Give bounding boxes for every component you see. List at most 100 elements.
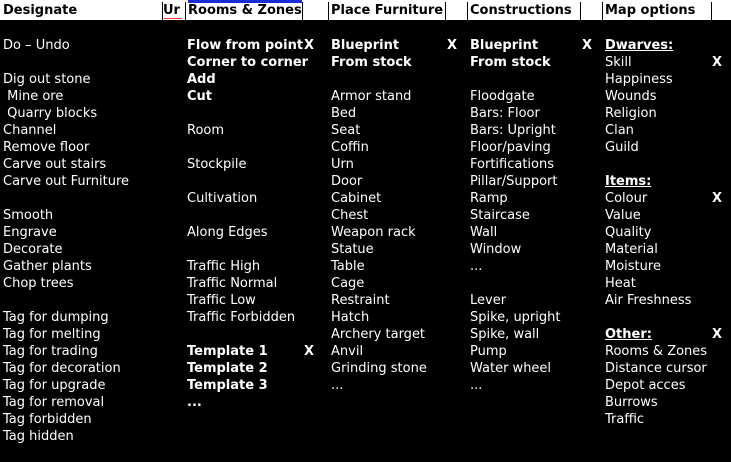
rooms-menu-item[interactable]: Room (187, 122, 224, 139)
designate-menu-item[interactable]: Tag for removal (3, 394, 104, 411)
designate-menu-item[interactable]: Remove floor (3, 139, 89, 156)
rooms-menu-item[interactable]: Flow from point (187, 37, 303, 54)
constructions-menu-item[interactable]: From stock (470, 54, 551, 71)
map-menu-item[interactable]: Happiness (605, 71, 673, 88)
constructions-menu-item[interactable]: Fortifications (470, 156, 554, 173)
rooms-menu-item[interactable]: ... (187, 394, 202, 411)
furniture-menu-item[interactable]: Door (331, 173, 362, 190)
map-menu-item[interactable]: Air Freshness (605, 292, 691, 309)
rooms-menu-item[interactable]: Template 3 (187, 377, 268, 394)
furniture-menu-item[interactable]: Chest (331, 207, 368, 224)
constructions-menu-item[interactable]: ... (470, 377, 482, 394)
rooms-menu-item[interactable]: Traffic Low (187, 292, 256, 309)
designate-menu-item[interactable]: Tag forbidden (3, 411, 92, 428)
header-rooms-zones[interactable]: Rooms & Zones (185, 2, 302, 20)
furniture-menu-item[interactable]: Cage (331, 275, 364, 292)
furniture-menu-item[interactable]: Urn (331, 156, 354, 173)
constructions-menu-item[interactable]: Staircase (470, 207, 530, 224)
map-menu-item[interactable]: Heat (605, 275, 636, 292)
constructions-menu-item[interactable]: Spike, wall (470, 326, 539, 343)
rooms-menu-item[interactable]: Stockpile (187, 156, 246, 173)
map-menu-item[interactable]: Depot acces (605, 377, 685, 394)
constructions-toggle-mark[interactable]: X (582, 37, 592, 54)
furniture-menu-item[interactable]: Archery target (331, 326, 425, 343)
designate-menu-item[interactable]: Tag hidden (3, 428, 74, 445)
map-menu-item[interactable]: Quality (605, 224, 651, 241)
designate-menu-item[interactable]: Mine ore (3, 88, 63, 105)
designate-menu-item[interactable]: Dig out stone (3, 71, 91, 88)
constructions-menu-item[interactable]: Ramp (470, 190, 508, 207)
header-map-options[interactable]: Map options (602, 2, 711, 20)
rooms-menu-item[interactable]: Traffic Normal (187, 275, 277, 292)
furniture-menu-item[interactable]: Coffin (331, 139, 369, 156)
designate-menu-item[interactable]: Do – Undo (3, 37, 70, 54)
map-toggle-mark[interactable]: X (712, 54, 722, 71)
map-menu-item[interactable]: Clan (605, 122, 634, 139)
constructions-menu-item[interactable]: Blueprint (470, 37, 538, 54)
map-menu-item[interactable]: Wounds (605, 88, 657, 105)
rooms-menu-item[interactable]: Template 1 (187, 343, 268, 360)
furniture-menu-item[interactable]: Blueprint (331, 37, 399, 54)
furniture-menu-item[interactable]: From stock (331, 54, 412, 71)
designate-menu-item[interactable]: Gather plants (3, 258, 92, 275)
designate-menu-item[interactable]: Tag for decoration (3, 360, 121, 377)
map-menu-item[interactable]: Colour (605, 190, 647, 207)
constructions-menu-item[interactable]: Floodgate (470, 88, 535, 105)
constructions-menu-item[interactable]: Pump (470, 343, 507, 360)
designate-menu-item[interactable]: Carve out Furniture (3, 173, 129, 190)
header-designate[interactable]: Designate (0, 2, 162, 20)
furniture-toggle-mark[interactable]: X (447, 37, 457, 54)
rooms-menu-item[interactable]: Corner to corner (187, 54, 308, 71)
rooms-menu-item[interactable]: Add (187, 71, 216, 88)
map-menu-item[interactable]: Rooms & Zones (605, 343, 707, 360)
designate-menu-item[interactable]: Tag for melting (3, 326, 101, 343)
furniture-menu-item[interactable]: ... (331, 377, 343, 394)
designate-menu-item[interactable]: Tag for upgrade (3, 377, 105, 394)
designate-menu-item[interactable]: Decorate (3, 241, 63, 258)
constructions-menu-item[interactable]: Water wheel (470, 360, 551, 377)
constructions-menu-item[interactable]: ... (470, 258, 482, 275)
constructions-menu-item[interactable]: Spike, upright (470, 309, 560, 326)
map-menu-item[interactable]: Guild (605, 139, 639, 156)
constructions-menu-item[interactable]: Pillar/Support (470, 173, 557, 190)
furniture-menu-item[interactable]: Grinding stone (331, 360, 427, 377)
map-menu-item[interactable]: Value (605, 207, 641, 224)
map-menu-item[interactable]: Traffic (605, 411, 644, 428)
map-menu-item[interactable]: Distance cursor (605, 360, 707, 377)
constructions-menu-item[interactable]: Bars: Floor (470, 105, 540, 122)
map-menu-item[interactable]: Religion (605, 105, 657, 122)
designate-menu-item[interactable]: Tag for dumping (3, 309, 109, 326)
constructions-menu-item[interactable]: Lever (470, 292, 506, 309)
furniture-menu-item[interactable]: Hatch (331, 309, 369, 326)
furniture-menu-item[interactable]: Table (331, 258, 365, 275)
designate-menu-item[interactable]: Carve out stairs (3, 156, 106, 173)
designate-menu-item[interactable]: Quarry blocks (3, 105, 97, 122)
furniture-menu-item[interactable]: Armor stand (331, 88, 411, 105)
furniture-menu-item[interactable]: Cabinet (331, 190, 381, 207)
map-menu-item[interactable]: Skill (605, 54, 632, 71)
map-toggle-mark[interactable]: X (712, 326, 722, 343)
designate-menu-item[interactable]: Engrave (3, 224, 57, 241)
header-place-furniture[interactable]: Place Furniture (328, 2, 445, 20)
constructions-menu-item[interactable]: Wall (470, 224, 497, 241)
designate-menu-item[interactable]: Chop trees (3, 275, 74, 292)
rooms-toggle-mark[interactable]: X (304, 343, 314, 360)
furniture-menu-item[interactable]: Seat (331, 122, 360, 139)
rooms-toggle-mark[interactable]: X (304, 37, 314, 54)
designate-menu-item[interactable]: Tag for trading (3, 343, 98, 360)
designate-menu-item[interactable]: Channel (3, 122, 56, 139)
furniture-menu-item[interactable]: Anvil (331, 343, 363, 360)
header-constructions[interactable]: Constructions (467, 2, 580, 20)
rooms-menu-item[interactable]: Cut (187, 88, 212, 105)
constructions-menu-item[interactable]: Floor/paving (470, 139, 551, 156)
furniture-menu-item[interactable]: Statue (331, 241, 374, 258)
rooms-menu-item[interactable]: Template 2 (187, 360, 268, 377)
furniture-menu-item[interactable]: Restraint (331, 292, 390, 309)
designate-menu-item[interactable]: Smooth (3, 207, 53, 224)
constructions-menu-item[interactable]: Bars: Upright (470, 122, 556, 139)
map-menu-item[interactable]: Moisture (605, 258, 661, 275)
rooms-menu-item[interactable]: Traffic High (187, 258, 260, 275)
map-menu-item[interactable]: Material (605, 241, 658, 258)
rooms-menu-item[interactable]: Traffic Forbidden (187, 309, 295, 326)
rooms-menu-item[interactable]: Cultivation (187, 190, 257, 207)
